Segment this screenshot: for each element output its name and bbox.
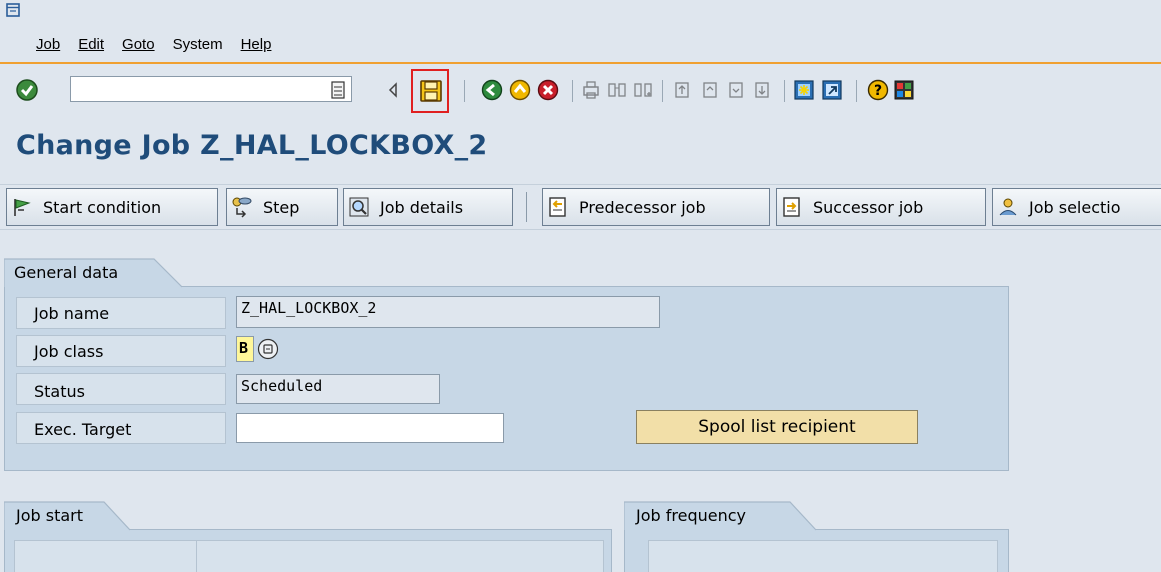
job-selection-icon	[997, 196, 1019, 218]
exec-target-field[interactable]	[236, 413, 504, 443]
page-title: Change Job Z_HAL_LOCKBOX_2	[16, 130, 488, 161]
general-data-tab: General data	[14, 263, 119, 282]
job-name-field: Z_HAL_LOCKBOX_2	[236, 296, 660, 328]
job-details-button[interactable]: Job details	[343, 188, 513, 226]
start-condition-button[interactable]: Start condition	[6, 188, 218, 226]
next-page-icon[interactable]	[726, 79, 748, 101]
collapse-command-icon[interactable]	[386, 80, 400, 100]
spool-list-recipient-label: Spool list recipient	[698, 417, 856, 437]
job-frequency-content	[648, 540, 998, 572]
last-page-icon[interactable]	[752, 79, 774, 101]
toolbar-separator	[662, 80, 663, 102]
successor-icon	[781, 196, 803, 218]
menu-bar: Job Edit Goto System Help	[36, 36, 289, 53]
spool-list-recipient-button[interactable]: Spool list recipient	[636, 410, 918, 444]
menu-area	[0, 0, 1161, 64]
menu-goto[interactable]: Goto	[122, 36, 155, 53]
value-help-icon[interactable]	[256, 337, 280, 361]
menu-job[interactable]: Job	[36, 36, 60, 53]
successor-job-label: Successor job	[813, 197, 924, 217]
cancel-icon[interactable]	[536, 78, 560, 102]
status-label: Status	[34, 382, 85, 401]
job-selection-button[interactable]: Job selectio	[992, 188, 1161, 226]
print-icon[interactable]	[580, 79, 602, 101]
step-label: Step	[263, 197, 300, 217]
step-icon	[231, 196, 253, 218]
help-icon[interactable]: ?	[866, 78, 890, 102]
menu-help[interactable]: Help	[241, 36, 272, 53]
create-session-icon[interactable]	[792, 78, 816, 102]
predecessor-job-button[interactable]: Predecessor job	[542, 188, 770, 226]
job-start-tab: Job start	[16, 506, 84, 525]
find-icon[interactable]	[606, 79, 628, 101]
predecessor-icon	[547, 196, 569, 218]
start-condition-label: Start condition	[43, 197, 162, 217]
job-class-value[interactable]: B	[239, 339, 248, 357]
toolbar-separator	[464, 80, 465, 102]
svg-text:?: ?	[874, 83, 882, 99]
job-class-field[interactable]: B	[236, 336, 254, 362]
successor-job-button[interactable]: Successor job	[776, 188, 986, 226]
predecessor-job-label: Predecessor job	[579, 197, 706, 217]
app-toolbar-separator	[526, 192, 527, 222]
toolbar-separator	[572, 80, 573, 102]
exit-icon[interactable]	[508, 78, 532, 102]
job-name-label: Job name	[34, 304, 110, 323]
command-history-icon[interactable]	[330, 80, 346, 100]
magnifier-icon	[348, 196, 370, 218]
exec-target-label: Exec. Target	[34, 420, 132, 439]
command-field[interactable]	[70, 76, 352, 102]
find-next-icon[interactable]	[632, 79, 654, 101]
job-selection-label: Job selectio	[1029, 197, 1121, 217]
flag-icon	[11, 196, 33, 218]
toolbar-separator	[784, 80, 785, 102]
job-frequency-tab: Job frequency	[636, 506, 746, 525]
menu-edit[interactable]: Edit	[78, 36, 104, 53]
save-icon[interactable]	[417, 77, 445, 105]
system-menu-icon[interactable]	[6, 3, 20, 17]
menu-system[interactable]: System	[173, 36, 223, 53]
job-name-value: Z_HAL_LOCKBOX_2	[241, 299, 377, 317]
step-button[interactable]: Step	[226, 188, 338, 226]
status-value: Scheduled	[241, 377, 323, 395]
enter-check-icon[interactable]	[14, 77, 40, 103]
job-start-divider	[196, 540, 197, 572]
customize-layout-icon[interactable]	[892, 78, 916, 102]
job-start-content	[14, 540, 604, 572]
generate-shortcut-icon[interactable]	[820, 78, 844, 102]
job-class-label: Job class	[34, 342, 104, 361]
job-details-label: Job details	[380, 197, 464, 217]
first-page-icon[interactable]	[672, 79, 694, 101]
back-icon[interactable]	[480, 78, 504, 102]
toolbar-separator	[856, 80, 857, 102]
status-field: Scheduled	[236, 374, 440, 404]
previous-page-icon[interactable]	[700, 79, 722, 101]
